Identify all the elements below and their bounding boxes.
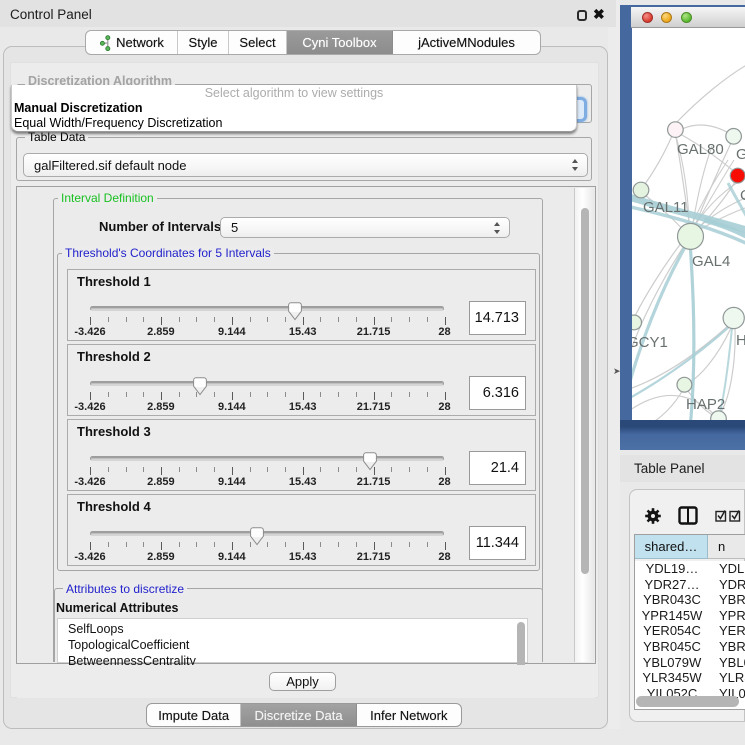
svg-text:GA: GA bbox=[736, 146, 745, 163]
svg-text:GCY1: GCY1 bbox=[632, 334, 668, 351]
svg-text:GAL4: GAL4 bbox=[692, 253, 730, 270]
svg-text:HAP2: HAP2 bbox=[686, 396, 725, 413]
svg-text:C: C bbox=[740, 187, 745, 204]
svg-text:H: H bbox=[736, 332, 745, 349]
svg-text:GAL11: GAL11 bbox=[643, 199, 689, 216]
svg-text:GAL80: GAL80 bbox=[677, 141, 724, 158]
